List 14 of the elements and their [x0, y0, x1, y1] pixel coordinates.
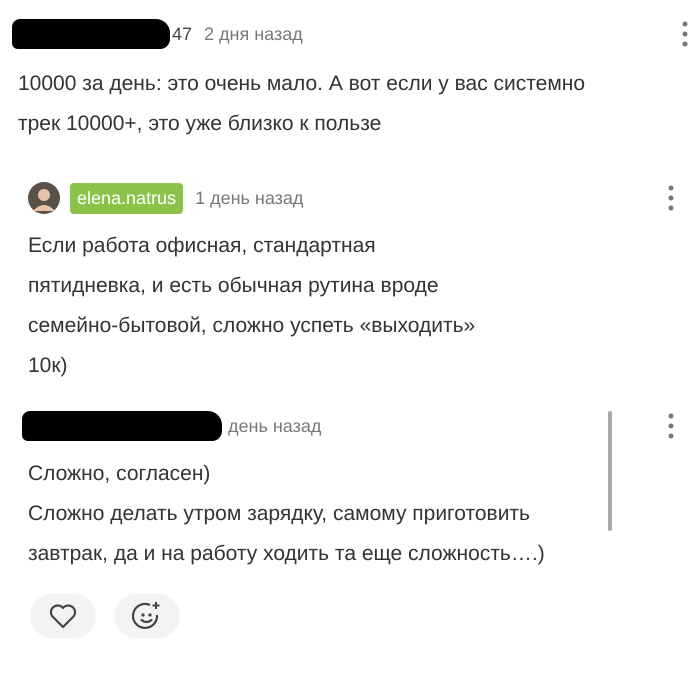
- comment-text: Сложно, согласен) Сложно делать утром зарядку, самому приготовить завтрак, да и на работу ходить та еще сложность….): [28, 461, 546, 567]
- more-options-icon[interactable]: [668, 185, 674, 211]
- add-reaction-button[interactable]: [114, 594, 180, 638]
- more-options-icon[interactable]: [682, 21, 688, 47]
- comment-time: 2 дня назад: [204, 24, 303, 44]
- comment-text: Если работа офисная, стандартная пятидневка, и есть обычная рутина вроде семейно-бытовой, сложно успеть «выходить» 10к): [28, 233, 476, 379]
- author-name[interactable]: 47: [172, 24, 192, 44]
- avatar-icon[interactable]: [28, 182, 60, 214]
- heart-icon: [49, 603, 77, 629]
- comment-time: день назад: [228, 416, 322, 436]
- comment-text: 10000 за день: это очень мало. А вот если у вас системно трек 10000+, это уже близко к пользе: [18, 71, 586, 137]
- like-button[interactable]: [30, 594, 96, 638]
- more-options-icon[interactable]: [668, 413, 674, 439]
- comment-time: 1 день назад: [195, 188, 304, 208]
